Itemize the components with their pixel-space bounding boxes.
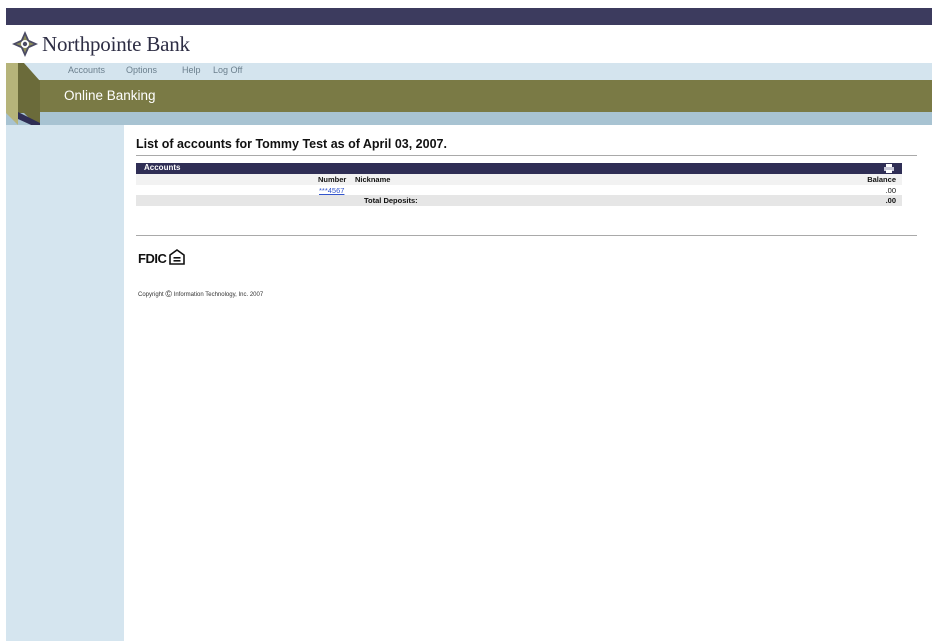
bank-name: Northpointe Bank [42, 32, 190, 56]
column-header-number: Number [318, 175, 347, 184]
total-deposits-row: Total Deposits: .00 [136, 195, 902, 206]
table-row: ***4567 .00 [136, 185, 902, 195]
compass-star-icon [12, 31, 38, 57]
column-header-nickname: Nickname [355, 175, 391, 184]
column-header-balance: Balance [867, 175, 896, 184]
banner-title: Online Banking [64, 88, 156, 103]
copyright-symbol: © [165, 289, 172, 299]
accounts-table: Accounts Number Nickname Balance ***4567… [136, 163, 902, 206]
header-ribbon-decoration [6, 63, 40, 129]
account-balance: .00 [885, 186, 896, 195]
top-bar [6, 8, 932, 25]
header: Northpointe Bank [6, 25, 932, 63]
divider-bottom [136, 235, 917, 236]
accounts-column-headers: Number Nickname Balance [136, 174, 902, 185]
left-sidebar [6, 125, 124, 641]
accounts-table-header: Accounts [136, 163, 902, 174]
main-nav: Accounts Options Help Log Off [6, 63, 932, 80]
nav-help[interactable]: Help [182, 65, 201, 75]
fdic-logo: FDIC [138, 251, 167, 266]
banner: Online Banking [6, 80, 932, 112]
nav-options[interactable]: Options [126, 65, 157, 75]
total-deposits-value: .00 [885, 196, 896, 205]
printer-icon[interactable] [884, 164, 894, 173]
copyright-notice: Copyright © Information Technology, Inc.… [138, 289, 263, 299]
page-title: List of accounts for Tommy Test as of Ap… [136, 137, 447, 151]
header-stripe [6, 112, 932, 125]
accounts-section-title: Accounts [144, 163, 181, 172]
nav-accounts[interactable]: Accounts [68, 65, 105, 75]
copyright-text: Information Technology, Inc. 2007 [173, 292, 264, 298]
total-deposits-label: Total Deposits: [364, 196, 418, 205]
copyright-label: Copyright [138, 292, 164, 298]
divider-top [136, 155, 917, 156]
account-number-link[interactable]: ***4567 [319, 186, 344, 195]
browser-page: Northpointe Bank Accounts Options Help L… [6, 8, 932, 641]
equal-housing-lender-icon [169, 249, 185, 265]
nav-log-off[interactable]: Log Off [213, 65, 242, 75]
